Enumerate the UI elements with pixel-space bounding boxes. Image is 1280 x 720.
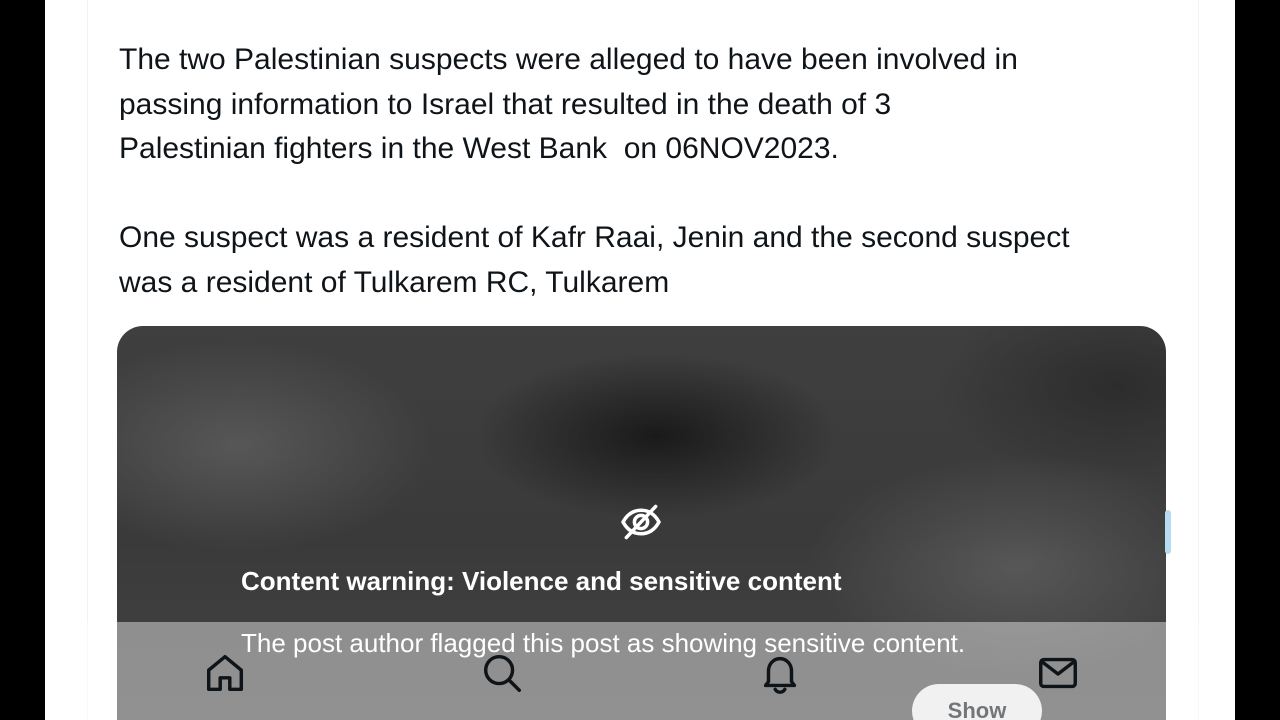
post-paragraph-1: The two Palestinian suspects were allege… [119, 43, 1018, 165]
search-icon[interactable] [479, 650, 525, 696]
mail-icon[interactable] [1035, 650, 1081, 696]
content-warning-title: Content warning: Violence and sensitive … [241, 566, 842, 596]
post-body: The two Palestinian suspects were allege… [119, 38, 1179, 305]
home-icon[interactable] [202, 650, 248, 696]
bottom-nav-bar [45, 622, 1235, 720]
app-viewport: The two Palestinian suspects were allege… [45, 0, 1235, 720]
eye-slash-icon [621, 504, 661, 540]
scroll-accent [1165, 510, 1171, 554]
post-paragraph-2: One suspect was a resident of Kafr Raai,… [119, 221, 1070, 299]
bell-icon[interactable] [757, 650, 803, 696]
